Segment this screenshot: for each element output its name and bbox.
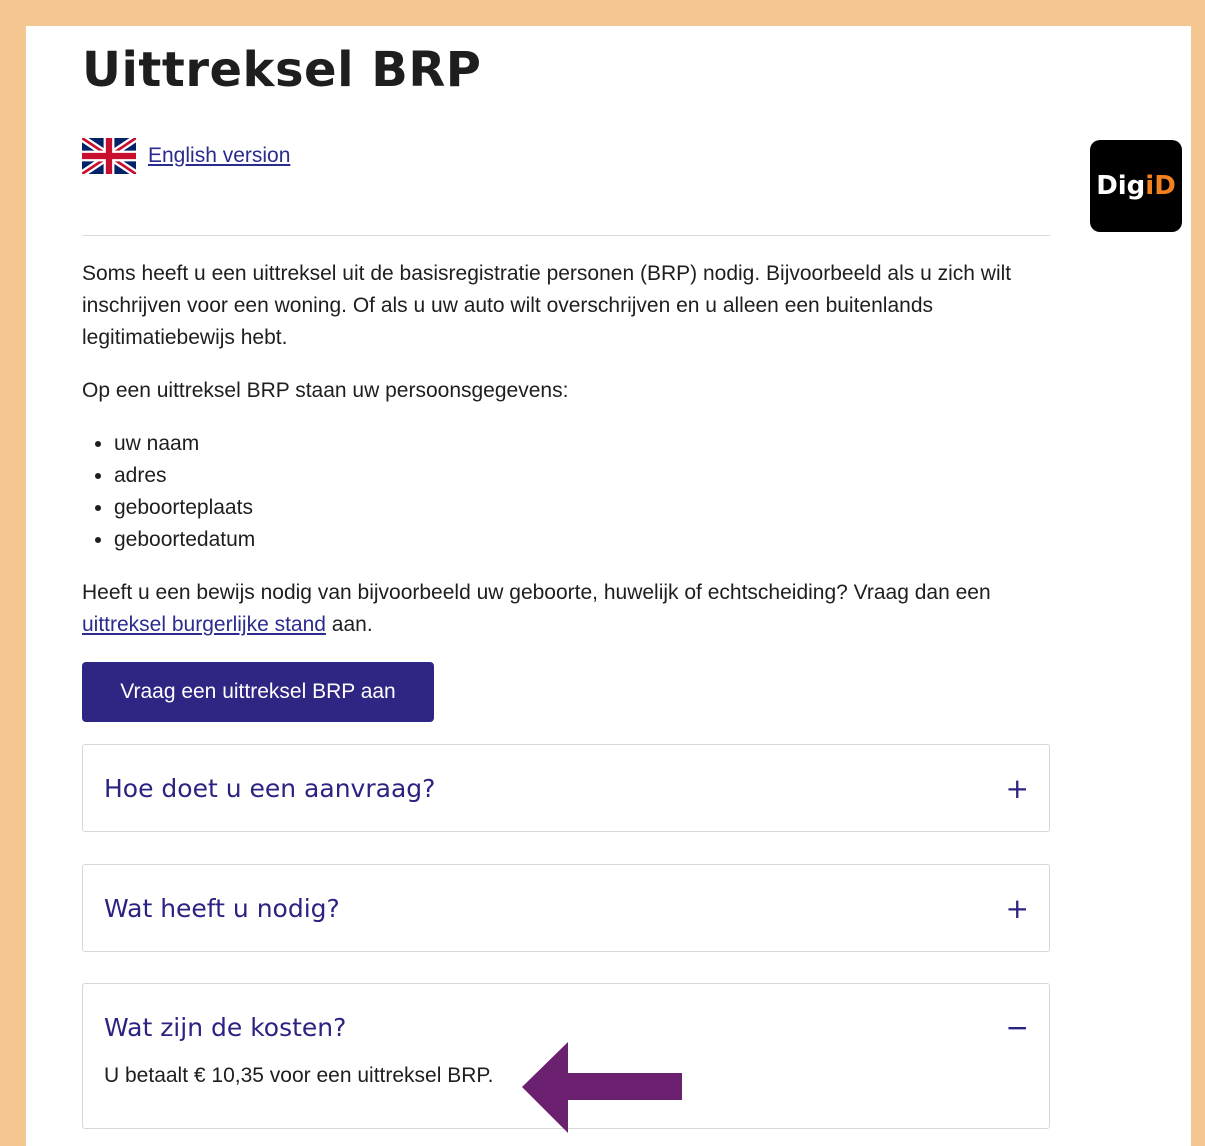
digid-logo-part2: iD bbox=[1145, 171, 1176, 201]
list-intro: Op een uittreksel BRP staan uw persoonsg… bbox=[82, 379, 569, 402]
list-item: geboortedatum bbox=[114, 524, 255, 556]
page-title: Uittreksel BRP bbox=[82, 42, 482, 98]
request-extract-button[interactable]: Vraag een uittreksel BRP aan bbox=[82, 662, 434, 722]
language-switch: English version bbox=[82, 138, 290, 174]
arrow-left-icon bbox=[522, 1042, 682, 1133]
accordion-how-to-apply: Hoe doet u een aanvraag? + bbox=[82, 744, 1050, 832]
divider bbox=[82, 235, 1050, 236]
list-item: geboorteplaats bbox=[114, 492, 255, 524]
plus-icon: + bbox=[1005, 771, 1029, 805]
page: Uittreksel BRP English version Soms heef… bbox=[26, 26, 1191, 1146]
civil-registry-paragraph: Heeft u een bewijs nodig van bijvoorbeel… bbox=[82, 577, 1050, 641]
accordion-title: Wat zijn de kosten? bbox=[104, 1012, 347, 1042]
accordion-what-you-need: Wat heeft u nodig? + bbox=[82, 864, 1050, 952]
p3-text-after: aan. bbox=[325, 613, 373, 636]
digid-logo-part1: Dig bbox=[1096, 171, 1146, 201]
list-item: uw naam bbox=[114, 428, 255, 460]
minus-icon: − bbox=[1005, 1010, 1029, 1044]
digid-logo: Dig iD bbox=[1090, 140, 1182, 232]
p3-text-before: Heeft u een bewijs nodig van bijvoorbeel… bbox=[82, 581, 991, 604]
uk-flag-icon bbox=[82, 138, 136, 174]
plus-icon: + bbox=[1005, 891, 1029, 925]
list-item: adres bbox=[114, 460, 255, 492]
accordion-title: Wat heeft u nodig? bbox=[104, 893, 340, 923]
accordion-header[interactable]: Wat heeft u nodig? + bbox=[83, 865, 1049, 951]
civil-registry-link[interactable]: uittreksel burgerlijke stand bbox=[82, 613, 326, 636]
personal-data-list: uw naam adres geboorteplaats geboortedat… bbox=[82, 428, 255, 556]
english-version-link[interactable]: English version bbox=[148, 144, 290, 168]
intro-paragraph: Soms heeft u een uittreksel uit de basis… bbox=[82, 262, 1012, 349]
accordion-title: Hoe doet u een aanvraag? bbox=[104, 773, 436, 803]
accordion-header[interactable]: Hoe doet u een aanvraag? + bbox=[83, 745, 1049, 831]
